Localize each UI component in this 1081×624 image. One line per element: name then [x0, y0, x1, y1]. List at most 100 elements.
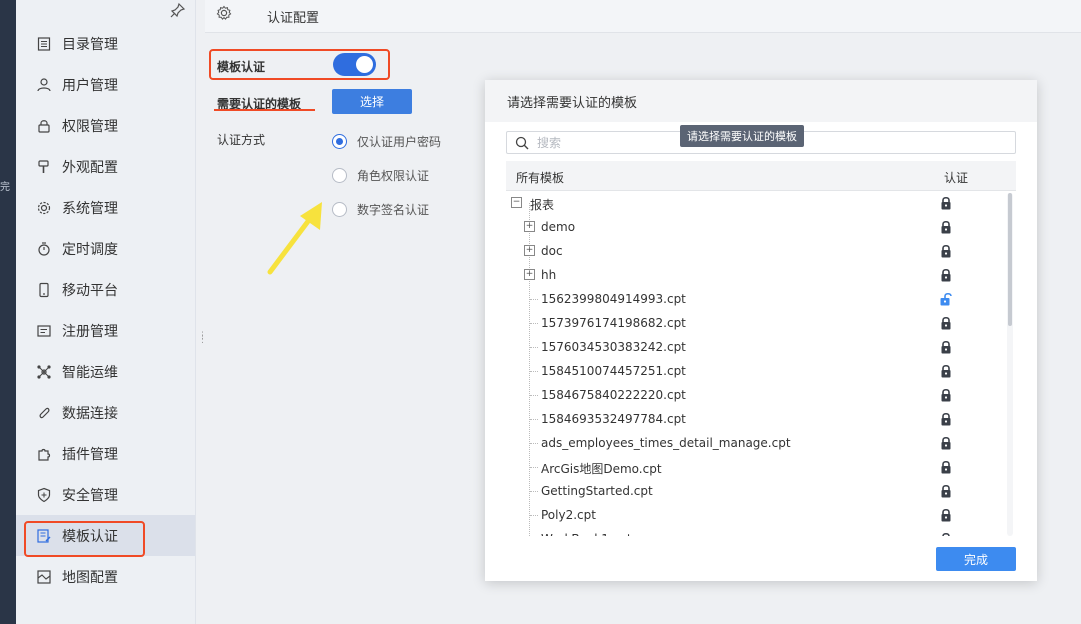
tree-header: 所有模板 认证 — [506, 161, 1016, 191]
lock-icon[interactable] — [939, 483, 953, 499]
lock-icon[interactable] — [939, 339, 953, 355]
tree-item-name: 1584510074457251.cpt — [541, 364, 686, 378]
tree-leaf-row[interactable]: 1576034530383242.cpt — [506, 335, 1006, 359]
sidebar-item-label: 插件管理 — [62, 446, 118, 463]
lock-icon[interactable] — [939, 531, 953, 536]
template-tree: − 报表 + demo + doc + hh 1562399804914993.cpt 15739… — [506, 191, 1016, 536]
tree-leaf-row[interactable]: 1584675840222220.cpt — [506, 383, 1006, 407]
sidebar-item[interactable]: 智能运维 — [16, 351, 195, 392]
collapse-icon[interactable]: − — [511, 197, 522, 208]
tree-leaf-row[interactable]: 1584693532497784.cpt — [506, 407, 1006, 431]
mobile-icon — [36, 282, 52, 298]
sidebar-item-label: 数据连接 — [62, 405, 118, 422]
tree-connector — [530, 347, 538, 348]
sidebar-item[interactable]: 目录管理 — [16, 23, 195, 64]
templates-label-underline — [214, 109, 315, 111]
template-auth-label: 模板认证 — [217, 60, 266, 74]
lock-icon[interactable] — [939, 435, 953, 451]
tree-folder-row[interactable]: + doc — [506, 239, 1006, 263]
lock-icon[interactable] — [939, 459, 953, 475]
sidebar-item[interactable]: 插件管理 — [16, 433, 195, 474]
sidebar-item-label: 用户管理 — [62, 77, 118, 94]
tree-leaf-row[interactable]: Poly2.cpt — [506, 503, 1006, 527]
template-auth-toggle[interactable] — [333, 53, 376, 76]
toggle-knob — [356, 56, 373, 73]
radio-role-permission[interactable]: 角色权限认证 — [332, 167, 429, 184]
radio-label: 仅认证用户密码 — [357, 135, 442, 149]
radio-label: 数字签名认证 — [357, 203, 430, 217]
sidebar-item[interactable]: 定时调度 — [16, 228, 195, 269]
pin-icon[interactable] — [170, 2, 186, 18]
tree-leaf-row[interactable]: WorkBook1.cpt — [506, 527, 1006, 536]
lock-icon[interactable] — [939, 315, 953, 331]
sidebar-item[interactable]: 数据连接 — [16, 392, 195, 433]
tree-item-name: GettingStarted.cpt — [541, 484, 653, 498]
expand-icon[interactable]: + — [524, 245, 535, 256]
sidebar-item-label: 系统管理 — [62, 200, 118, 217]
tree-leaf-row[interactable]: 1562399804914993.cpt — [506, 287, 1006, 311]
sidebar-item-label: 外观配置 — [62, 159, 118, 176]
sidebar-item-label: 注册管理 — [62, 323, 118, 340]
gear-icon[interactable] — [216, 5, 232, 21]
tree-connector — [530, 419, 538, 420]
modal-title: 请选择需要认证的模板 — [485, 80, 1037, 122]
tree-connector — [530, 299, 538, 300]
sidebar-item[interactable]: 用户管理 — [16, 64, 195, 105]
tree-folder-row[interactable]: + demo — [506, 215, 1006, 239]
sidebar-item-label: 权限管理 — [62, 118, 118, 135]
sidebar-item[interactable]: 权限管理 — [16, 105, 195, 146]
lock-icon[interactable] — [939, 411, 953, 427]
column-all-templates: 所有模板 — [516, 171, 565, 185]
timer-icon — [36, 241, 52, 257]
brush-icon — [36, 159, 52, 175]
lock-icon[interactable] — [939, 387, 953, 403]
expand-icon[interactable]: + — [524, 269, 535, 280]
search-icon — [515, 136, 529, 149]
expand-icon[interactable]: + — [524, 221, 535, 232]
tree-leaf-row[interactable]: GettingStarted.cpt — [506, 479, 1006, 503]
radio-digital-signature[interactable]: 数字签名认证 — [332, 201, 429, 218]
tree-leaf-row[interactable]: ArcGis地图Demo.cpt — [506, 455, 1006, 479]
sidebar-item-label: 目录管理 — [62, 36, 118, 53]
lock-icon[interactable] — [939, 243, 953, 259]
tree-connector — [530, 395, 538, 396]
radio-dot — [332, 168, 347, 183]
sidebar-item[interactable]: 安全管理 — [16, 474, 195, 515]
template-select-modal: 请选择需要认证的模板 请选择需要认证的模板 所有模板 认证 −报表 + demo + d… — [485, 80, 1037, 581]
lock-icon[interactable] — [939, 219, 953, 235]
sidebar-highlight-box — [24, 521, 145, 557]
radio-dot — [332, 134, 347, 149]
tree-folder-row[interactable]: + hh — [506, 263, 1006, 287]
resize-handle[interactable]: ⋮ ⋮ — [198, 332, 207, 348]
sidebar-item-label: 移动平台 — [62, 282, 118, 299]
sidebar-item[interactable]: 移动平台 — [16, 269, 195, 310]
sidebar-item[interactable]: 注册管理 — [16, 310, 195, 351]
tree-item-name: doc — [541, 244, 563, 258]
tree-scrollbar[interactable] — [1007, 193, 1013, 536]
tree-leaf-row[interactable]: 1584510074457251.cpt — [506, 359, 1006, 383]
tree-leaf-row[interactable]: ads_employees_times_detail_manage.cpt — [506, 431, 1006, 455]
select-button[interactable]: 选择 — [332, 89, 412, 114]
scrollbar-thumb[interactable] — [1008, 193, 1012, 326]
link-icon — [36, 405, 52, 421]
done-button[interactable]: 完成 — [936, 547, 1016, 571]
lock-icon[interactable] — [939, 507, 953, 523]
radio-label: 角色权限认证 — [357, 169, 430, 183]
lock-icon[interactable] — [939, 195, 953, 211]
tree-item-name: 1573976174198682.cpt — [541, 316, 686, 330]
sidebar-item[interactable]: 地图配置 — [16, 556, 195, 597]
radio-password-only[interactable]: 仅认证用户密码 — [332, 133, 441, 150]
lock-icon[interactable] — [939, 363, 953, 379]
tree-leaf-row[interactable]: 1573976174198682.cpt — [506, 311, 1006, 335]
unlock-icon[interactable] — [939, 291, 953, 307]
tree-folder-row[interactable]: − 报表 — [506, 191, 1006, 215]
tree-connector — [530, 443, 538, 444]
sidebar-item[interactable]: 系统管理 — [16, 187, 195, 228]
tree-item-name: 1562399804914993.cpt — [541, 292, 686, 306]
page-header: 认证配置 — [205, 0, 1081, 33]
tree-item-name: 1584675840222220.cpt — [541, 388, 686, 402]
sidebar-item[interactable]: 外观配置 — [16, 146, 195, 187]
tree-connector — [530, 515, 538, 516]
lock-icon[interactable] — [939, 267, 953, 283]
left-strip: 完 — [0, 0, 16, 624]
